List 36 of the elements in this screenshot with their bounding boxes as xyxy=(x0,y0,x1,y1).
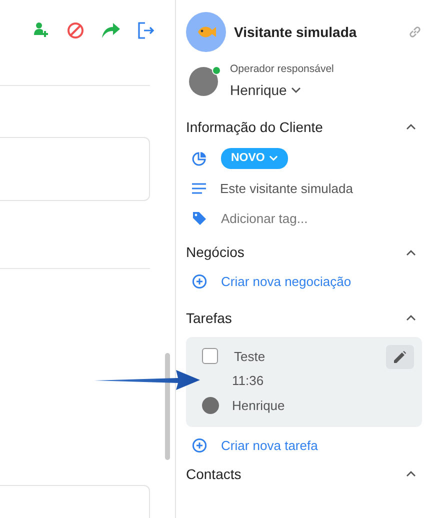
link-icon[interactable] xyxy=(408,25,422,39)
caret-icon[interactable] xyxy=(406,250,416,256)
forward-icon[interactable] xyxy=(102,22,120,38)
edit-button[interactable] xyxy=(386,344,414,368)
section-title: Tarefas xyxy=(186,308,232,328)
caret-icon xyxy=(290,87,301,94)
operator-dropdown[interactable]: Henrique xyxy=(230,80,301,101)
caret-icon[interactable] xyxy=(406,471,416,477)
caret-icon xyxy=(268,155,278,162)
add-user-icon[interactable] xyxy=(33,22,49,38)
status-dropdown[interactable]: NOVO xyxy=(221,148,288,169)
caret-icon[interactable] xyxy=(406,315,416,321)
description-text: Este visitante simulada xyxy=(220,180,353,198)
task-time: 11:36 xyxy=(232,372,265,390)
block-icon[interactable] xyxy=(67,22,84,38)
pencil-icon xyxy=(394,350,406,362)
pie-chart-icon xyxy=(192,150,207,166)
scrollbar-thumb[interactable] xyxy=(165,353,170,460)
section-title: Negócios xyxy=(186,243,244,262)
add-circle-icon xyxy=(192,438,207,454)
add-circle-icon xyxy=(192,274,207,290)
section-title: Contacts xyxy=(186,464,242,484)
task-title: Teste xyxy=(234,348,266,366)
tag-icon xyxy=(192,210,207,226)
create-link[interactable]: Criar nova negociação xyxy=(221,272,352,292)
create-link[interactable]: Criar nova tarefa xyxy=(221,436,318,456)
operator-label: Operador responsável xyxy=(230,62,334,77)
lines-icon xyxy=(192,183,206,194)
assignee-name: Henrique xyxy=(232,396,285,415)
fish-icon xyxy=(196,24,216,40)
caret-icon[interactable] xyxy=(406,124,416,130)
visitor-name: Visitante simulada xyxy=(234,22,358,42)
checkbox[interactable] xyxy=(202,348,218,364)
user-avatar xyxy=(202,396,219,414)
exit-icon[interactable] xyxy=(138,22,155,38)
section-title: Informação do Cliente xyxy=(186,118,323,137)
